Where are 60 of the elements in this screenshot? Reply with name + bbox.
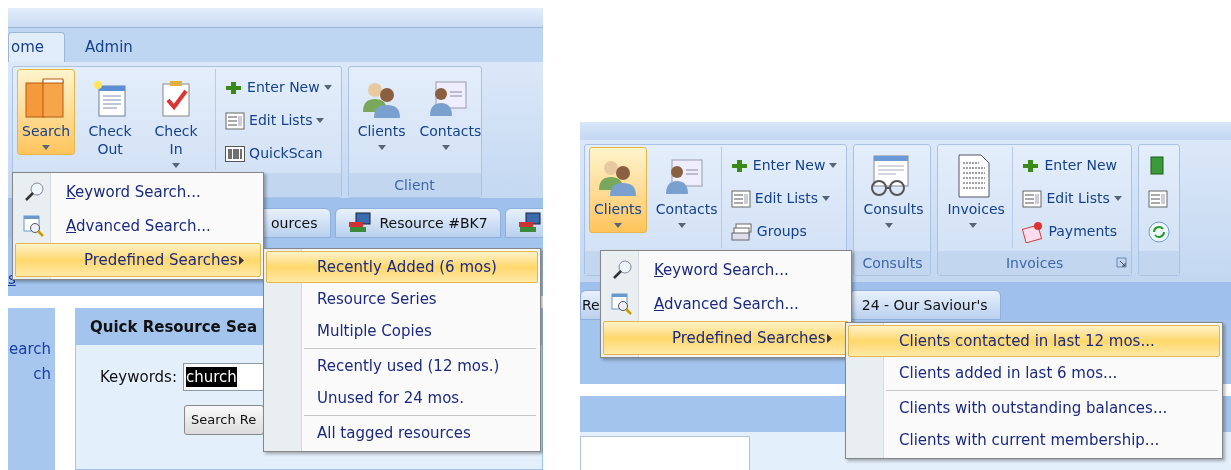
list-icon (730, 188, 751, 209)
field-label: Keywords: (100, 366, 177, 388)
ribbon-button[interactable]: Consults (858, 147, 921, 233)
ribbon-button[interactable]: Payments (1017, 215, 1127, 248)
ribbon-button[interactable]: Clients (352, 69, 411, 155)
search-document-icon (611, 293, 633, 315)
payment-icon (1022, 220, 1045, 243)
menu-item[interactable]: Keyword Search... (15, 175, 261, 209)
submenu-item[interactable]: Multiple Copies (266, 315, 538, 347)
book-icon (1147, 155, 1166, 176)
text-field[interactable] (580, 436, 750, 470)
barcode-icon (225, 144, 246, 163)
ribbon-button[interactable]: Edit Lists (220, 104, 337, 137)
ribbon-button[interactable]: Check In (145, 69, 208, 173)
ribbon-button[interactable]: Check Out (79, 69, 142, 173)
ribbon-button[interactable]: Enter New (725, 149, 843, 182)
ribbon-button[interactable]: Groups (725, 215, 843, 248)
refresh-icon (1147, 220, 1170, 243)
search-document-icon (23, 215, 45, 237)
stacked-cards-icon (730, 221, 753, 242)
plus-icon (730, 157, 749, 174)
plus-icon (1022, 157, 1041, 174)
plus-icon (225, 79, 244, 96)
ribbon-button[interactable]: Edit Lists (1017, 182, 1127, 215)
sidebar-link[interactable]: ch (8, 362, 55, 385)
sidebar-link[interactable]: earch (8, 338, 55, 361)
menu-item[interactable]: Keyword Search... (603, 253, 849, 287)
ribbon-button[interactable]: Search (17, 69, 76, 155)
menu-item[interactable]: Predefined Searches (603, 321, 849, 355)
menu-item[interactable]: Predefined Searches (15, 243, 261, 277)
submenu-item[interactable]: Clients added in last 6 mos... (848, 357, 1220, 389)
group-label: Client (394, 175, 435, 195)
document-tab[interactable]: Resource #BK7 (334, 208, 501, 238)
list-icon (1147, 188, 1168, 209)
ribbon-button[interactable]: QuickScan (220, 137, 337, 170)
submenu-arrow-icon (239, 255, 244, 265)
group-label: Consults (862, 253, 923, 273)
search-button[interactable]: Search Re (184, 405, 264, 435)
group-label: Invoices (1005, 253, 1064, 273)
ribbon-button[interactable]: Edit Lists (725, 182, 843, 215)
ribbon-button[interactable]: Clients (589, 147, 647, 233)
list-icon (1022, 188, 1043, 209)
ribbon-tab[interactable]: ome (8, 32, 66, 62)
ribbon-button[interactable]: Enter New (220, 71, 337, 104)
submenu-arrow-icon (827, 333, 832, 343)
submenu-item[interactable]: Recently Added (6 mos) (266, 251, 538, 283)
submenu-item[interactable]: All tagged resources (266, 417, 538, 449)
menu-item[interactable]: Advanced Search... (15, 209, 261, 243)
search-icon (23, 181, 45, 203)
search-icon (611, 259, 633, 281)
ribbon-button[interactable]: Invoices (942, 147, 1005, 233)
submenu-item[interactable]: Clients with outstanding balances... (848, 392, 1220, 424)
ribbon-tab[interactable]: Admin (65, 32, 153, 62)
document-tab[interactable] (504, 208, 543, 238)
submenu-item[interactable]: Clients with current membership... (848, 424, 1220, 456)
submenu-item[interactable]: Clients contacted in last 12 mos... (848, 325, 1220, 357)
dialog-launcher-icon[interactable] (1115, 257, 1127, 268)
list-icon (225, 110, 246, 131)
menu-item[interactable]: Advanced Search... (603, 287, 849, 321)
ribbon-button[interactable]: Enter New (1017, 149, 1127, 182)
